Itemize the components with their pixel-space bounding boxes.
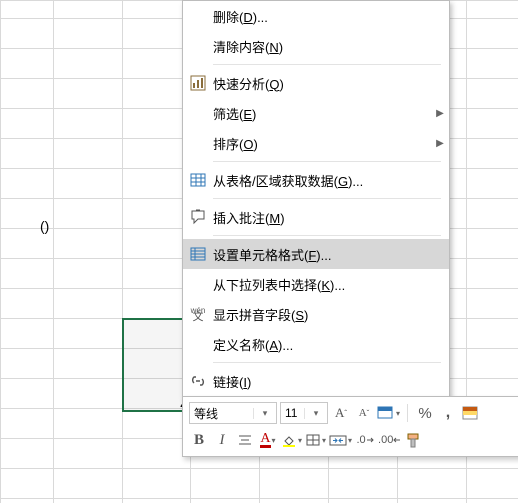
menu-item-label: 从表格/区域获取数据(G)...: [213, 171, 431, 190]
percent-button[interactable]: %: [415, 403, 435, 423]
menu-item[interactable]: 从表格/区域获取数据(G)...: [183, 165, 449, 195]
menu-item-label: 插入批注(M): [213, 208, 431, 227]
menu-separator: [213, 161, 441, 162]
menu-item[interactable]: 筛选(E)▶: [183, 98, 449, 128]
menu-item[interactable]: 排序(O)▶: [183, 128, 449, 158]
font-size-value: 11: [281, 406, 304, 420]
mini-toolbar: 等线 ▾ 11 ▾ Aˆ Aˇ ▾ % , B I A▾ ▾ ▾: [182, 396, 518, 457]
menu-item[interactable]: 定义名称(A)...: [183, 329, 449, 359]
menu-item-label: 从下拉列表中选择(K)...: [213, 275, 431, 294]
decrease-font-button[interactable]: Aˇ: [354, 403, 374, 423]
align-center-button[interactable]: [235, 430, 255, 450]
cell-content: (): [40, 218, 49, 234]
menu-item-label: 定义名称(A)...: [213, 335, 431, 354]
link-icon: [183, 373, 213, 389]
menu-item-label: 显示拼音字段(S): [213, 305, 431, 324]
menu-item[interactable]: 从下拉列表中选择(K)...: [183, 269, 449, 299]
chevron-down-icon[interactable]: ▾: [253, 408, 276, 419]
decrease-decimal-button[interactable]: .00: [378, 430, 401, 450]
bold-button[interactable]: B: [189, 430, 209, 450]
merge-center-button[interactable]: ▾: [329, 430, 352, 450]
increase-font-button[interactable]: Aˆ: [331, 403, 351, 423]
menu-item[interactable]: 删除(D)...: [183, 1, 449, 31]
format-icon: [183, 246, 213, 262]
comma-style-button[interactable]: ,: [438, 403, 458, 423]
menu-item-label: 删除(D)...: [213, 7, 431, 26]
menu-item-label: 清除内容(N): [213, 37, 431, 56]
submenu-arrow-icon: ▶: [431, 108, 449, 119]
cell-styles-button[interactable]: ▾: [377, 403, 400, 423]
increase-decimal-button[interactable]: .0: [355, 430, 375, 450]
comment-icon: [183, 209, 213, 225]
menu-item-label: 排序(O): [213, 134, 431, 153]
font-name-combo[interactable]: 等线 ▾: [189, 402, 277, 424]
analyze-icon: [183, 75, 213, 91]
menu-item-label: 链接(I): [213, 372, 431, 391]
menu-item[interactable]: 插入批注(M): [183, 202, 449, 232]
font-name-value: 等线: [190, 405, 253, 422]
borders-button[interactable]: ▾: [305, 430, 326, 450]
font-color-button[interactable]: A▾: [258, 430, 278, 450]
chevron-down-icon[interactable]: ▾: [304, 408, 327, 419]
menu-separator: [213, 235, 441, 236]
context-menu: 删除(D)...清除内容(N)快速分析(Q)筛选(E)▶排序(O)▶从表格/区域…: [182, 0, 450, 397]
menu-item-label: 快速分析(Q): [213, 74, 431, 93]
menu-item[interactable]: 链接(I): [183, 366, 449, 396]
submenu-arrow-icon: ▶: [431, 138, 449, 149]
fill-color-button[interactable]: ▾: [281, 430, 302, 450]
menu-item[interactable]: wén文显示拼音字段(S): [183, 299, 449, 329]
menu-item-label: 筛选(E): [213, 104, 431, 123]
menu-item[interactable]: 快速分析(Q): [183, 68, 449, 98]
conditional-format-button[interactable]: [461, 403, 481, 423]
menu-separator: [213, 362, 441, 363]
menu-item[interactable]: 清除内容(N): [183, 31, 449, 61]
menu-separator: [213, 64, 441, 65]
italic-button[interactable]: I: [212, 430, 232, 450]
table-icon: [183, 172, 213, 188]
menu-separator: [213, 198, 441, 199]
font-size-combo[interactable]: 11 ▾: [280, 402, 328, 424]
menu-item[interactable]: 设置单元格格式(F)...: [183, 239, 449, 269]
format-painter-button[interactable]: [404, 430, 424, 450]
pinyin-icon: wén文: [183, 307, 213, 321]
menu-item-label: 设置单元格格式(F)...: [213, 245, 431, 264]
